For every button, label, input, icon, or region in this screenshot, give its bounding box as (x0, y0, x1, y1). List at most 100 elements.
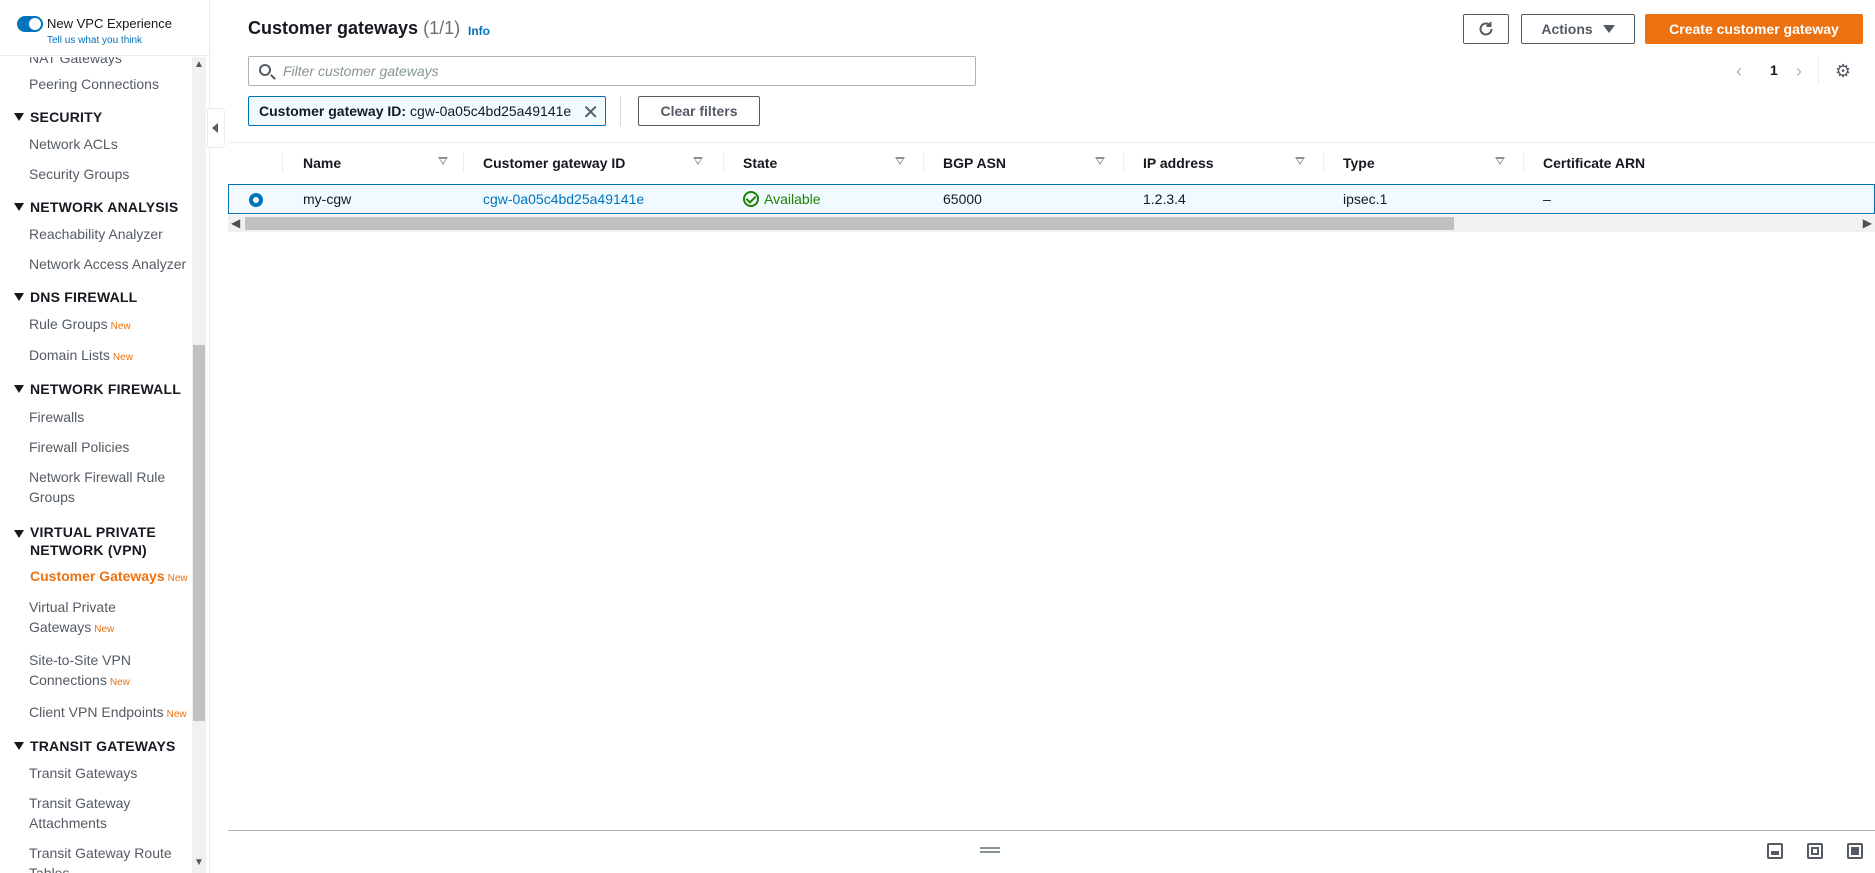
resize-handle-icon[interactable] (980, 847, 1000, 849)
sidebar-item-transit-gateway-attachments[interactable]: Transit Gateway Attachments (29, 793, 130, 833)
sidebar-item-security-groups[interactable]: Security Groups (29, 164, 129, 184)
horizontal-scrollbar-thumb[interactable] (245, 217, 1454, 230)
item-label-line-2: Tables (29, 865, 70, 873)
sidebar-item-firewall-policies[interactable]: Firewall Policies (29, 437, 129, 457)
collapse-sidebar-button[interactable] (207, 108, 225, 148)
section-collapse-icon (14, 293, 24, 301)
column-header-ip-address[interactable]: IP address (1143, 143, 1343, 183)
column-divider (463, 153, 464, 173)
section-label: TRANSIT GATEWAYS (30, 738, 176, 754)
item-label-line-1: Virtual Private (29, 599, 116, 615)
section-collapse-icon (14, 742, 24, 750)
sidebar-scrollbar-thumb[interactable] (193, 345, 205, 721)
actions-dropdown-button[interactable]: Actions (1521, 14, 1635, 44)
filter-search-box[interactable] (248, 56, 976, 86)
filter-divider (620, 96, 621, 126)
caret-down-icon (1602, 25, 1615, 33)
sidebar-item-network-acls[interactable]: Network ACLs (29, 134, 118, 154)
scroll-up-arrow-icon[interactable]: ▲ (194, 59, 204, 70)
actions-label: Actions (1541, 21, 1593, 37)
table-header: Name Customer gateway ID State BGP ASN I… (228, 142, 1875, 182)
column-header-label: Type (1343, 155, 1375, 171)
sidebar-item-reachability-analyzer[interactable]: Reachability Analyzer (29, 224, 163, 244)
next-page-icon[interactable]: › (1796, 61, 1802, 82)
sidebar-section-transit-gateways[interactable]: TRANSIT GATEWAYS (14, 738, 176, 754)
sidebar-section-vpn[interactable]: VIRTUAL PRIVATE NETWORK (VPN) (14, 523, 156, 559)
state-label: Available (764, 191, 821, 207)
refresh-button[interactable] (1463, 14, 1509, 44)
item-label: Customer Gateways (30, 568, 165, 584)
create-customer-gateway-button[interactable]: Create customer gateway (1645, 14, 1863, 44)
panel-full-icon[interactable] (1847, 843, 1863, 859)
sidebar-section-network-firewall[interactable]: NETWORK FIREWALL (14, 381, 181, 397)
clear-filters-button[interactable]: Clear filters (638, 96, 760, 126)
scroll-right-arrow-icon[interactable]: ▶ (1863, 216, 1872, 230)
section-label: DNS FIREWALL (30, 289, 138, 305)
column-header-certificate-arn[interactable]: Certificate ARN (1543, 143, 1743, 183)
table-row[interactable]: my-cgw cgw-0a05c4bd25a49141e Available 6… (228, 184, 1875, 214)
cell-certificate-arn: – (1543, 191, 1551, 207)
column-header-name[interactable]: Name (303, 143, 463, 183)
column-header-label: Customer gateway ID (483, 155, 626, 171)
sidebar-section-dns-firewall[interactable]: DNS FIREWALL (14, 289, 137, 305)
cell-name: my-cgw (303, 191, 352, 207)
current-page-number[interactable]: 1 (1770, 62, 1778, 78)
column-header-label: Name (303, 155, 342, 171)
new-vpc-experience-toggle[interactable] (17, 16, 43, 32)
section-collapse-icon (14, 530, 24, 538)
sidebar-item-rule-groups[interactable]: Rule Groups New (29, 314, 131, 337)
sidebar-section-network-analysis[interactable]: NETWORK ANALYSIS (14, 199, 178, 215)
sidebar-section-security[interactable]: SECURITY (14, 109, 102, 125)
sidebar-item-virtual-private-gateways[interactable]: Virtual Private Gateways New (29, 597, 116, 640)
new-badge: New (166, 709, 187, 720)
sidebar-item-network-firewall-rule-groups[interactable]: Network Firewall Rule Groups (29, 467, 165, 507)
feedback-link[interactable]: Tell us what you think (47, 35, 142, 46)
sidebar-item-client-vpn-endpoints[interactable]: Client VPN Endpoints New (29, 702, 187, 725)
item-label-line-2: Groups (29, 489, 75, 505)
scroll-down-arrow-icon[interactable]: ▼ (194, 857, 204, 868)
column-header-customer-gateway-id[interactable]: Customer gateway ID (483, 143, 733, 183)
sidebar-item-peering-connections[interactable]: Peering Connections (29, 74, 159, 94)
section-label-line-1: VIRTUAL PRIVATE (30, 524, 156, 540)
filter-token-key: Customer gateway ID: (259, 103, 407, 119)
settings-gear-icon[interactable]: ⚙ (1835, 61, 1851, 82)
sidebar-item-network-access-analyzer[interactable]: Network Access Analyzer (29, 254, 186, 274)
row-select-radio[interactable] (249, 193, 263, 207)
section-collapse-icon (14, 385, 24, 393)
sort-icon[interactable] (693, 157, 703, 165)
filter-token-value: cgw-0a05c4bd25a49141e (410, 103, 572, 119)
sidebar-item-nat-gateways[interactable]: NAT Gateways (29, 57, 122, 66)
column-header-type[interactable]: Type (1343, 143, 1543, 183)
sidebar-scrollbar[interactable]: ▲ ▼ (192, 57, 206, 873)
sidebar-item-site-to-site-vpn[interactable]: Site-to-Site VPN Connections New (29, 650, 131, 693)
sidebar-item-domain-lists[interactable]: Domain Lists New (29, 345, 133, 368)
remove-filter-close-icon[interactable]: ✕ (582, 100, 599, 125)
sidebar-item-firewalls[interactable]: Firewalls (29, 407, 84, 427)
item-label-line-1: Network Firewall Rule (29, 469, 166, 485)
info-link[interactable]: Info (468, 24, 490, 38)
item-count: (1/1) (423, 18, 461, 38)
filter-search-input[interactable] (283, 61, 963, 81)
scroll-left-arrow-icon[interactable]: ◀ (231, 216, 240, 230)
search-icon (259, 64, 271, 76)
sort-icon[interactable] (1495, 157, 1505, 165)
filter-token: Customer gateway ID: cgw-0a05c4bd25a4914… (248, 96, 606, 126)
column-header-state[interactable]: State (743, 143, 943, 183)
sidebar-item-transit-gateways[interactable]: Transit Gateways (29, 763, 137, 783)
page-title: Customer gateways (1/1) (248, 18, 460, 39)
pager-divider (1818, 58, 1819, 84)
sidebar-item-transit-gateway-route-tables[interactable]: Transit Gateway Route Tables (29, 843, 172, 873)
column-header-bgp-asn[interactable]: BGP ASN (943, 143, 1143, 183)
panel-side-icon[interactable] (1807, 843, 1823, 859)
column-divider (723, 153, 724, 173)
sort-icon[interactable] (1295, 157, 1305, 165)
sort-icon[interactable] (895, 157, 905, 165)
sidebar-item-customer-gateways[interactable]: Customer Gateways New (30, 566, 188, 589)
item-label-line-1: Transit Gateway (29, 795, 131, 811)
panel-bottom-icon[interactable] (1767, 843, 1783, 859)
table-horizontal-scrollbar[interactable]: ◀ ▶ (228, 215, 1875, 232)
previous-page-icon[interactable]: ‹ (1736, 61, 1742, 82)
cell-customer-gateway-id-link[interactable]: cgw-0a05c4bd25a49141e (483, 191, 644, 207)
sort-icon[interactable] (438, 157, 448, 165)
sort-icon[interactable] (1095, 157, 1105, 165)
